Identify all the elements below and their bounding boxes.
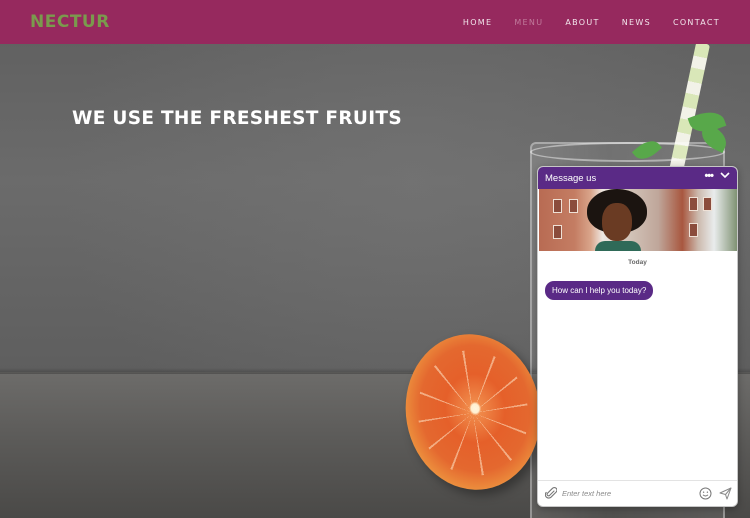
building-window <box>553 199 562 213</box>
chat-header[interactable]: Message us ••• <box>538 167 737 189</box>
chat-widget: Message us ••• Today How can I help you … <box>537 166 738 507</box>
building-window <box>553 225 562 239</box>
nav-home[interactable]: HOME <box>463 18 492 27</box>
hero-headline: WE USE THE FRESHEST FRUITS <box>72 108 402 129</box>
agent-face <box>602 203 632 241</box>
main-nav: HOME MENU ABOUT NEWS CONTACT <box>463 0 720 44</box>
more-horizontal-icon[interactable]: ••• <box>704 170 714 182</box>
emoji-icon[interactable] <box>699 487 712 500</box>
agent-message-bubble: How can I help you today? <box>545 281 654 300</box>
building-window <box>703 197 712 211</box>
chat-title: Message us <box>545 172 597 184</box>
glass-rim <box>530 142 725 162</box>
date-separator: Today <box>628 259 647 266</box>
nav-menu[interactable]: MENU <box>514 18 543 27</box>
building-window <box>689 197 698 211</box>
send-icon[interactable] <box>719 487 732 500</box>
nav-about[interactable]: ABOUT <box>565 18 599 27</box>
building-window <box>689 223 698 237</box>
agent-avatar <box>539 189 737 251</box>
chat-message-input[interactable] <box>562 485 692 502</box>
nav-news[interactable]: NEWS <box>622 18 651 27</box>
top-navbar: NECTUR HOME MENU ABOUT NEWS CONTACT <box>0 0 750 44</box>
building-window <box>569 199 578 213</box>
nav-contact[interactable]: CONTACT <box>673 18 720 27</box>
agent-body <box>595 241 641 251</box>
chat-input-bar <box>538 480 737 506</box>
chevron-down-icon[interactable] <box>720 170 730 183</box>
paperclip-icon[interactable] <box>544 486 558 500</box>
site-logo[interactable]: NECTUR <box>30 12 110 32</box>
